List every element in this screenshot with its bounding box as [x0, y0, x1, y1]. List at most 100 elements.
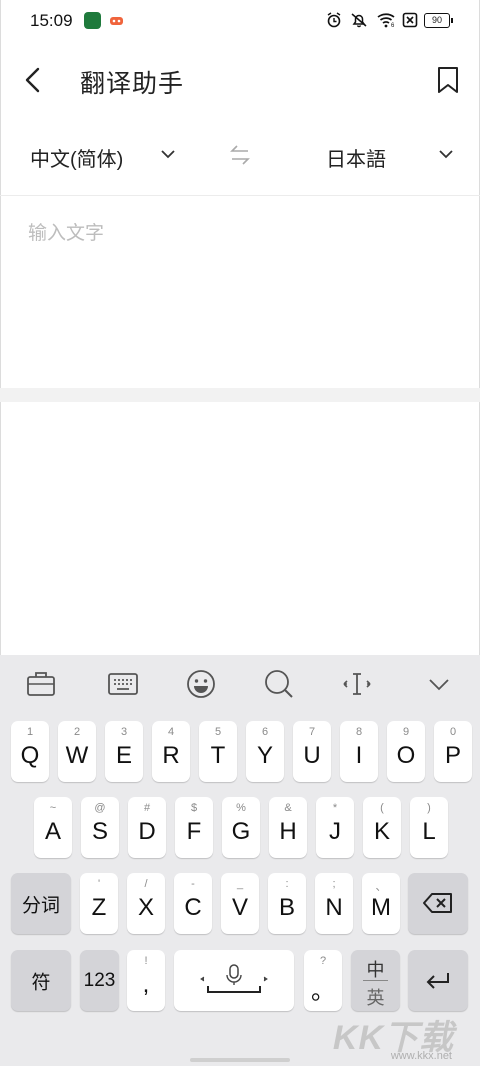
- keyboard-layout-icon[interactable]: [106, 667, 140, 701]
- backspace-key[interactable]: [408, 873, 468, 934]
- key-secondary-label: 8: [355, 726, 363, 738]
- key-x[interactable]: / X: [127, 873, 165, 934]
- key-k[interactable]: (K: [363, 797, 401, 858]
- key-label: F: [186, 818, 202, 845]
- key-secondary-label: 1: [26, 726, 34, 738]
- bookmark-button[interactable]: [436, 66, 460, 94]
- chevron-down-icon[interactable]: [438, 146, 454, 162]
- key-e[interactable]: 3E: [105, 721, 143, 782]
- enter-icon: [426, 973, 449, 989]
- key-label: J: [329, 818, 341, 845]
- back-button[interactable]: [22, 66, 46, 94]
- game-app-icon: [108, 12, 125, 29]
- key-b[interactable]: :B: [268, 873, 306, 934]
- mute-icon: [350, 12, 368, 33]
- key-secondary-label: 5: [214, 726, 222, 738]
- search-icon[interactable]: [262, 667, 296, 701]
- period-key[interactable]: ? 。: [304, 950, 342, 1011]
- key-secondary-label: 3: [120, 726, 128, 738]
- backspace-icon: [423, 893, 452, 913]
- page-title: 翻译助手: [80, 70, 185, 98]
- language-divider: [363, 980, 388, 981]
- collapse-keyboard-icon[interactable]: [422, 667, 456, 701]
- number-key[interactable]: 123: [80, 950, 119, 1011]
- key-h[interactable]: & H: [269, 797, 307, 858]
- chevron-down-icon[interactable]: [160, 146, 176, 162]
- key-secondary-label: 9: [402, 726, 410, 738]
- text-input[interactable]: 输入文字: [28, 218, 104, 245]
- key-y[interactable]: 6Y: [246, 721, 284, 782]
- comma-key[interactable]: ! ,: [127, 950, 165, 1011]
- key-label: G: [231, 818, 251, 845]
- key-l[interactable]: ) L: [410, 797, 448, 858]
- key-p[interactable]: 0P: [434, 721, 472, 782]
- cursor-move-icon[interactable]: [340, 667, 374, 701]
- key-secondary-label: -: [191, 878, 195, 890]
- key-label: H: [279, 818, 297, 845]
- key-secondary-label: _: [236, 878, 244, 890]
- battery-indicator: 90: [424, 13, 453, 28]
- key-j[interactable]: * J: [316, 797, 354, 858]
- key-c[interactable]: -C: [174, 873, 212, 934]
- key-secondary-label: 6: [261, 726, 269, 738]
- key-label: Q: [20, 742, 40, 769]
- key-w[interactable]: 2W: [58, 721, 96, 782]
- key-secondary-label: 4: [167, 726, 175, 738]
- space-key[interactable]: [174, 950, 294, 1011]
- key-label: A: [44, 818, 61, 845]
- key-g[interactable]: % G: [222, 797, 260, 858]
- key-label: C: [184, 894, 202, 921]
- alarm-icon: [326, 12, 342, 33]
- key-secondary-label: #: [143, 802, 151, 814]
- symbol-key[interactable]: 符: [11, 950, 71, 1011]
- key-label: R: [162, 742, 180, 769]
- key-secondary-label: ~: [49, 802, 57, 814]
- key-secondary-label: ': [97, 878, 101, 890]
- status-time: 15:09: [30, 11, 73, 30]
- key-secondary-label: 7: [308, 726, 316, 738]
- key-secondary-label: 2: [73, 726, 81, 738]
- key-secondary-label: &: [284, 802, 292, 814]
- key-i[interactable]: 8I: [340, 721, 378, 782]
- key-label: M: [371, 894, 391, 921]
- key-label: E: [115, 742, 132, 769]
- key-n[interactable]: ; N: [315, 873, 353, 934]
- swap-languages-button[interactable]: [228, 143, 252, 167]
- key-s[interactable]: @ S: [81, 797, 119, 858]
- home-indicator: [190, 1058, 290, 1062]
- key-d[interactable]: # D: [128, 797, 166, 858]
- key-label: S: [91, 818, 108, 845]
- key-r[interactable]: 4R: [152, 721, 190, 782]
- key-secondary-label: 、: [375, 881, 387, 893]
- key-q[interactable]: 1Q: [11, 721, 49, 782]
- back-arrow-icon: [25, 67, 40, 93]
- key-u[interactable]: 7U: [293, 721, 331, 782]
- key-secondary-label: *: [332, 802, 338, 814]
- bookmark-icon: [438, 67, 458, 93]
- language-switch-key[interactable]: 中 英: [351, 950, 400, 1011]
- key-label: K: [373, 818, 390, 845]
- key-m[interactable]: 、 M: [362, 873, 400, 934]
- source-language-selector[interactable]: 中文(简体): [30, 143, 123, 172]
- segment-key[interactable]: 分词: [11, 873, 71, 934]
- key-secondary-label: (: [380, 802, 384, 814]
- key-o[interactable]: 9O: [387, 721, 425, 782]
- key-v[interactable]: _ V: [221, 873, 259, 934]
- key-label: Y: [256, 742, 273, 769]
- key-label: I: [355, 742, 363, 769]
- key-a[interactable]: ~ A: [34, 797, 72, 858]
- enter-key[interactable]: [408, 950, 468, 1011]
- swap-icon: [230, 145, 250, 165]
- section-separator: [0, 388, 480, 402]
- key-f[interactable]: $ F: [175, 797, 213, 858]
- key-t[interactable]: 5T: [199, 721, 237, 782]
- key-z[interactable]: ' Z: [80, 873, 118, 934]
- target-language-selector[interactable]: 日本語: [326, 143, 386, 172]
- microphone-space-icon: [200, 964, 268, 993]
- key-label: D: [138, 818, 156, 845]
- key-label: W: [65, 742, 89, 769]
- emoji-icon[interactable]: [184, 667, 218, 701]
- key-secondary-label: /: [144, 878, 148, 890]
- toolbox-icon[interactable]: [24, 667, 58, 701]
- svg-text:6: 6: [391, 23, 395, 28]
